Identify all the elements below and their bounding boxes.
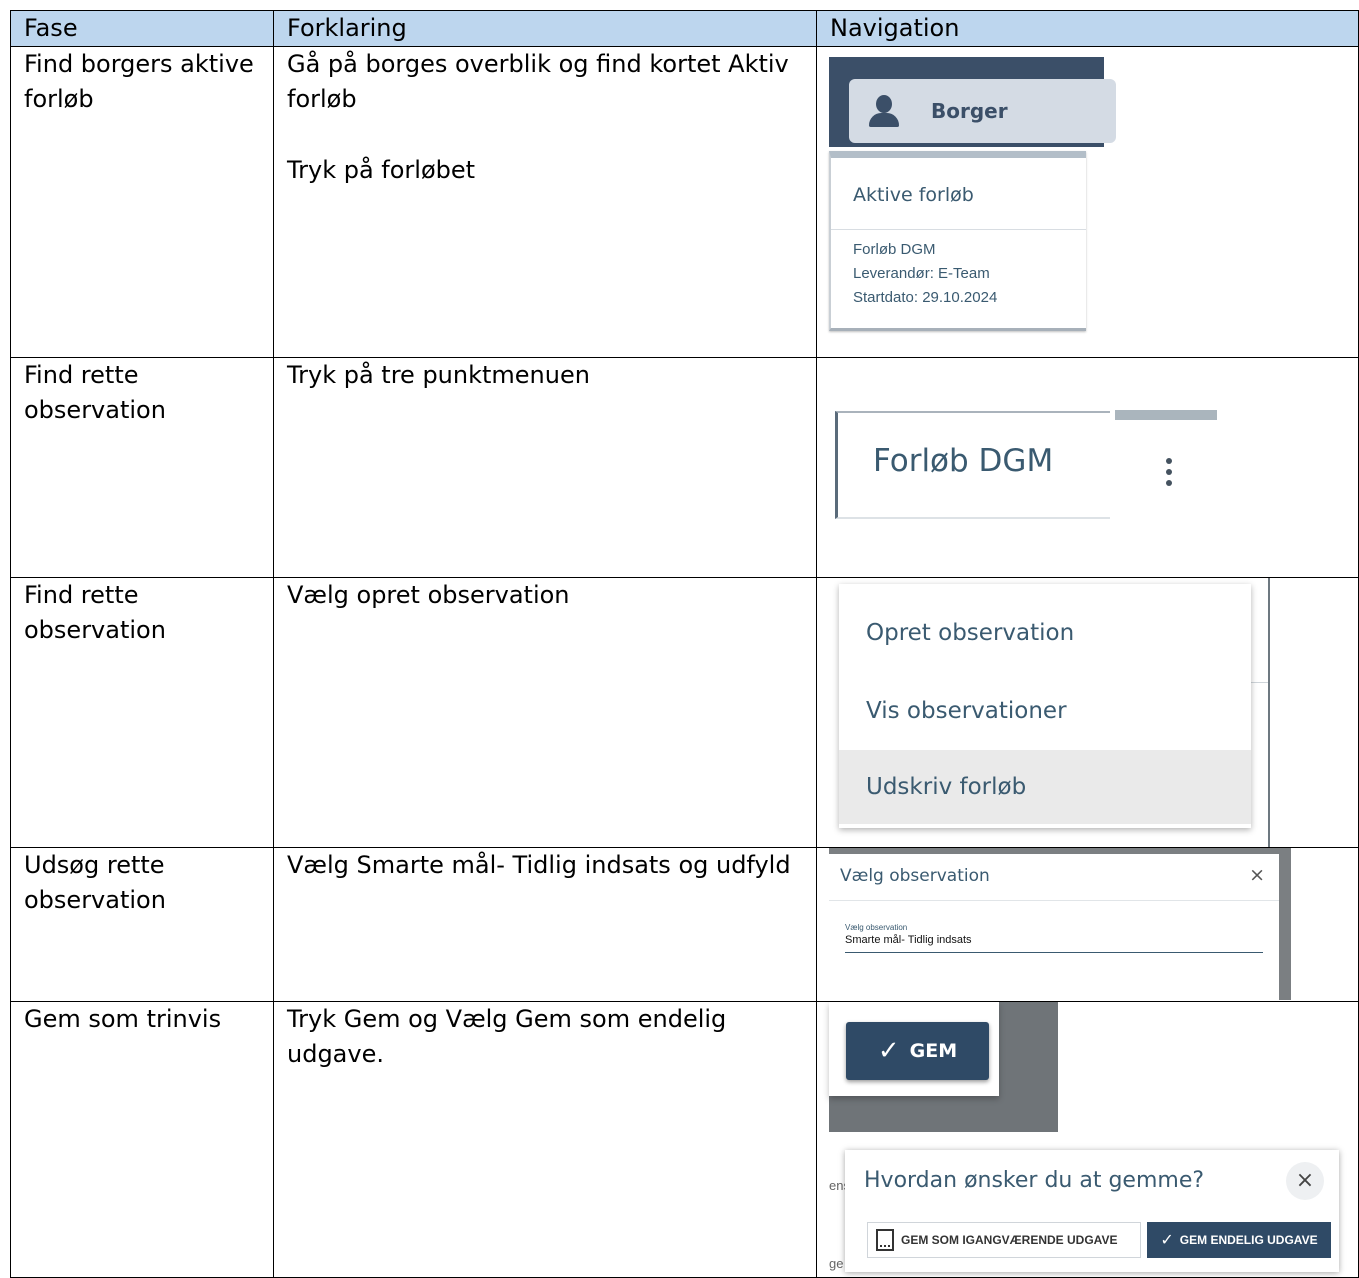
card-line: Leverandør: E-Team	[853, 265, 990, 282]
forklaring-cell: Tryk Gem og Vælg Gem som endelig udgave.	[273, 1001, 817, 1278]
navigation-cell: Borger Aktive forløb Forløb DGM Leverand…	[816, 46, 1359, 358]
cut-off-text: ge	[829, 1256, 844, 1271]
instruction-table: Fase Forklaring Navigation Find borgers …	[10, 10, 1359, 1278]
table-row: Find borgers aktive forløb Gå på borges …	[10, 46, 1359, 358]
navigation-cell: Forløb DGM	[816, 357, 1359, 578]
save-draft-label: GEM SOM IGANGVÆRENDE UDGAVE	[901, 1232, 1118, 1247]
borger-button-label: Borger	[931, 99, 1008, 123]
menu-item-vis-observationer[interactable]: Vis observationer	[839, 674, 1251, 748]
forklaring-cell: Gå på borges overblik og find kortet Akt…	[273, 46, 817, 358]
forklaring-cell: Vælg opret observation	[273, 577, 817, 848]
header-row: Fase Forklaring Navigation	[10, 10, 1359, 47]
card-line: Startdato: 29.10.2024	[853, 289, 998, 306]
table-row: Find rette observation Tryk på tre punkt…	[10, 357, 1359, 578]
forklaring-text: Vælg opret observation	[287, 581, 570, 609]
header-forklaring: Forklaring	[273, 10, 817, 47]
person-icon	[867, 93, 901, 129]
card-line: Forløb DGM	[853, 241, 936, 258]
save-final-button[interactable]: ✓ GEM ENDELIG UDGAVE	[1147, 1222, 1331, 1258]
navigation-cell: Opret observation Vis observationer Udsk…	[816, 577, 1359, 848]
fase-cell: Find rette observation	[10, 577, 274, 848]
fase-cell: Find borgers aktive forløb	[10, 46, 274, 358]
menu-item-udskriv-forloeb[interactable]: Udskriv forløb	[839, 750, 1251, 824]
context-menu: Opret observation Vis observationer Udsk…	[839, 584, 1251, 828]
aktive-forloeb-card[interactable]: Aktive forløb Forløb DGM Leverandør: E-T…	[829, 151, 1086, 331]
save-final-label: GEM ENDELIG UDGAVE	[1179, 1232, 1318, 1247]
table-row: Find rette observation Vælg opret observ…	[10, 577, 1359, 848]
forklaring-text: Tryk på forløbet	[287, 156, 476, 184]
screenshot-edge	[1268, 578, 1270, 847]
forklaring-text: Tryk på tre punktmenuen	[287, 361, 590, 389]
card-strip	[1115, 410, 1217, 420]
check-icon: ✓	[877, 1035, 900, 1066]
forklaring-cell: Tryk på tre punktmenuen	[273, 357, 817, 578]
save-draft-button[interactable]: GEM SOM IGANGVÆRENDE UDGAVE	[867, 1222, 1141, 1258]
forloeb-card: Forløb DGM	[835, 411, 1110, 519]
fase-cell: Udsøg rette observation	[10, 847, 274, 1002]
save-dialog: Hvordan ønsker du at gemme? × GEM SOM IG…	[845, 1150, 1339, 1272]
card-title: Aktive forløb	[853, 184, 974, 206]
kebab-menu-icon[interactable]	[1165, 458, 1173, 488]
forloeb-card-title: Forløb DGM	[873, 443, 1054, 479]
table-row: Gem som trinvis Tryk Gem og Vælg Gem som…	[10, 1001, 1359, 1278]
forklaring-text: Gå på borges overblik og find kortet Akt…	[287, 50, 789, 113]
menu-item-opret-observation[interactable]: Opret observation	[839, 596, 1251, 670]
observation-input[interactable]: Smarte mål- Tidlig indsats	[845, 935, 972, 946]
navigation-cell: ✓ GEM ens ge Hvordan ønsker du at gemme?…	[816, 1001, 1359, 1278]
close-icon[interactable]: ×	[1286, 1162, 1324, 1200]
gem-button-label: GEM	[909, 1039, 958, 1062]
borger-screenshot-bar: Borger	[829, 57, 1116, 147]
forklaring-text: Tryk Gem og Vælg Gem som endelig udgave.	[287, 1005, 727, 1068]
document-icon	[876, 1229, 894, 1251]
table-row: Udsøg rette observation Vælg Smarte mål-…	[10, 847, 1359, 1002]
dialog-divider	[829, 900, 1279, 901]
check-icon: ✓	[1160, 1231, 1174, 1249]
header-fase: Fase	[10, 10, 274, 47]
input-underline	[845, 952, 1263, 953]
borger-button[interactable]: Borger	[849, 79, 1116, 143]
save-dialog-question: Hvordan ønsker du at gemme?	[864, 1168, 1205, 1193]
forklaring-text: Vælg Smarte mål- Tidlig indsats og udfyl…	[287, 851, 791, 879]
forklaring-cell: Vælg Smarte mål- Tidlig indsats og udfyl…	[273, 847, 817, 1002]
fase-cell: Find rette observation	[10, 357, 274, 578]
field-label: Vælg observation	[845, 923, 908, 932]
vaelg-observation-dialog: Vælg observation × Vælg observation Smar…	[829, 854, 1279, 1000]
navigation-cell: Vælg observation × Vælg observation Smar…	[816, 847, 1359, 1002]
gem-button[interactable]: ✓ GEM	[846, 1022, 989, 1080]
dialog-title: Vælg observation	[840, 866, 990, 886]
fase-cell: Gem som trinvis	[10, 1001, 274, 1278]
header-navigation: Navigation	[816, 10, 1359, 47]
card-divider	[831, 229, 1086, 230]
close-icon[interactable]: ×	[1249, 866, 1265, 885]
